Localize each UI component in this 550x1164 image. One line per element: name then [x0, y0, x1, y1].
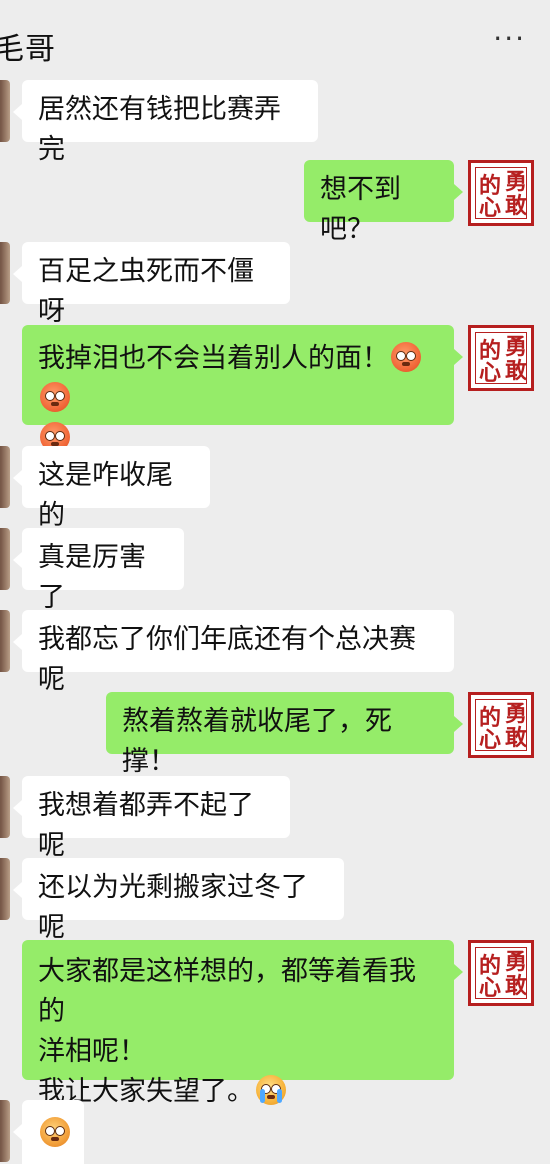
- message-bubble-incoming[interactable]: 还以为光剩搬家过冬了呢: [22, 858, 344, 943]
- message-text: 我掉泪也不会当着别人的面！: [38, 343, 389, 374]
- seal-char: 勇: [505, 169, 528, 195]
- seal-char: 心: [479, 975, 502, 1001]
- message-bubble-incoming[interactable]: 百足之虫死而不僵呀: [22, 242, 290, 327]
- flushed-emoji-icon: [40, 382, 70, 412]
- seal-char: 心: [479, 195, 502, 221]
- message-bubble-incoming[interactable]: [22, 1100, 84, 1164]
- crying-emoji-icon: [256, 1075, 286, 1105]
- message-text: 大家都是这样想的，都等着看我的: [38, 956, 416, 1027]
- self-avatar-seal[interactable]: 勇 的 敢 心: [468, 692, 534, 758]
- self-avatar-seal[interactable]: 勇 的 敢 心: [468, 160, 534, 226]
- pleading-emoji-icon: [40, 1117, 70, 1147]
- contact-avatar[interactable]: [0, 858, 10, 920]
- contact-avatar[interactable]: [0, 528, 10, 590]
- bubble-tail: [454, 716, 463, 732]
- seal-char: 勇: [505, 334, 528, 360]
- bubble-tail: [454, 184, 463, 200]
- seal-char: 的: [479, 705, 502, 731]
- bubble-tail: [13, 470, 22, 486]
- message-text: 我想着都弄不起了呢: [38, 790, 254, 861]
- self-avatar-seal[interactable]: 勇 的 敢 心: [468, 325, 534, 391]
- message-bubble-outgoing[interactable]: 大家都是这样想的，都等着看我的 洋相呢！ 我让大家失望了。: [22, 940, 454, 1107]
- message-text: 这是咋收尾的: [38, 460, 173, 531]
- message-text: 百足之虫死而不僵呀: [38, 256, 254, 327]
- contact-avatar[interactable]: [0, 610, 10, 672]
- message-bubble-outgoing[interactable]: 熬着熬着就收尾了，死撑！: [106, 692, 454, 777]
- message-text: 我都忘了你们年底还有个总决赛呢: [38, 624, 416, 695]
- bubble-tail: [13, 552, 22, 568]
- message-bubble-incoming[interactable]: 我都忘了你们年底还有个总决赛呢: [22, 610, 454, 695]
- seal-char: 勇: [505, 949, 528, 975]
- message-bubble-incoming[interactable]: 真是厉害了: [22, 528, 184, 613]
- seal-char: 的: [479, 953, 502, 979]
- seal-char: 敢: [505, 193, 528, 219]
- seal-char: 敢: [505, 725, 528, 751]
- bubble-tail: [13, 266, 22, 282]
- seal-char: 的: [479, 338, 502, 364]
- chat-title: 毛哥: [0, 32, 56, 67]
- self-avatar-seal[interactable]: 勇 的 敢 心: [468, 940, 534, 1006]
- message-text: 想不到吧？: [320, 174, 401, 245]
- chat-header: 毛哥 ···: [0, 0, 550, 80]
- bubble-tail: [454, 964, 463, 980]
- message-text: 洋相呢！: [38, 1036, 146, 1067]
- seal-char: 敢: [505, 358, 528, 384]
- message-bubble-incoming[interactable]: 我想着都弄不起了呢: [22, 776, 290, 861]
- message-text: 还以为光剩搬家过冬了呢: [38, 872, 308, 943]
- message-text: 真是厉害了: [38, 542, 146, 613]
- contact-avatar[interactable]: [0, 242, 10, 304]
- bubble-tail: [454, 349, 463, 365]
- bubble-tail: [13, 1124, 22, 1140]
- contact-avatar[interactable]: [0, 446, 10, 508]
- bubble-tail: [13, 104, 22, 120]
- contact-avatar[interactable]: [0, 80, 10, 142]
- more-dots-icon[interactable]: ···: [493, 22, 526, 55]
- message-bubble-outgoing[interactable]: 我掉泪也不会当着别人的面！: [22, 325, 454, 452]
- flushed-emoji-icon: [391, 342, 421, 372]
- seal-char: 心: [479, 360, 502, 386]
- message-text: 熬着熬着就收尾了，死撑！: [122, 706, 392, 777]
- message-bubble-outgoing[interactable]: 想不到吧？: [304, 160, 454, 245]
- bubble-tail: [13, 634, 22, 650]
- seal-char: 勇: [505, 701, 528, 727]
- seal-char: 的: [479, 173, 502, 199]
- contact-avatar[interactable]: [0, 1100, 10, 1162]
- message-bubble-incoming[interactable]: 这是咋收尾的: [22, 446, 210, 531]
- bubble-tail: [13, 882, 22, 898]
- contact-avatar[interactable]: [0, 776, 10, 838]
- seal-char: 敢: [505, 973, 528, 999]
- seal-char: 心: [479, 727, 502, 753]
- message-bubble-incoming[interactable]: 居然还有钱把比赛弄完: [22, 80, 318, 165]
- bubble-tail: [13, 800, 22, 816]
- message-text: 居然还有钱把比赛弄完: [38, 94, 281, 165]
